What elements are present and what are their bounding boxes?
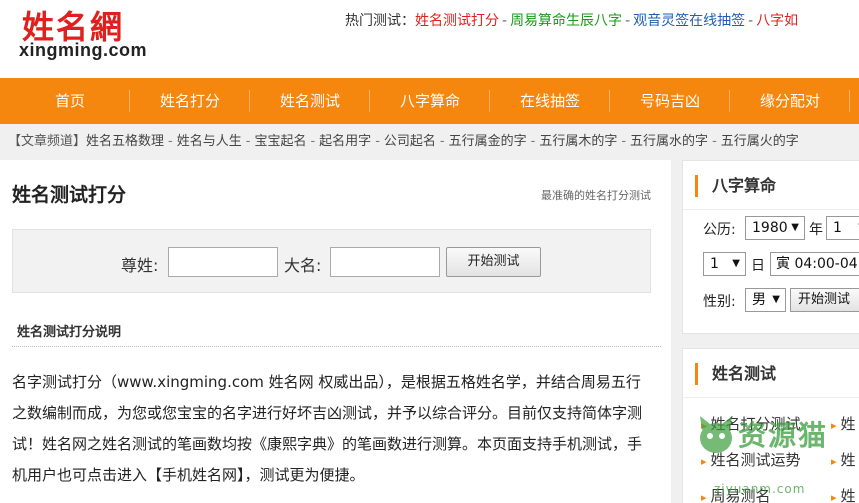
chevron-down-icon: ▼ (732, 258, 740, 269)
hour-select[interactable]: 寅 04:00-04:59 (770, 252, 859, 276)
channel-link[interactable]: 五行属水的字 (630, 134, 708, 149)
nav-bazi[interactable]: 八字算命 (382, 78, 478, 124)
hot-link-more[interactable]: 八字如 (756, 13, 798, 29)
widget-divider (683, 209, 859, 210)
month-select[interactable]: 1▼ (826, 216, 859, 240)
hot-tests-bar: 热门测试：姓名测试打分 - 周易算命生辰八字 - 观音灵签在线抽签 - 八字如 (345, 13, 799, 29)
hot-link-name-score[interactable]: 姓名测试打分 (415, 13, 499, 29)
nav-home[interactable]: 首页 (22, 78, 118, 124)
day-select[interactable]: 1 ▼ (703, 252, 746, 276)
channel-link[interactable]: 公司起名 (384, 134, 436, 149)
surname-input[interactable] (168, 247, 278, 277)
bazi-start-button[interactable]: 开始测试 (790, 288, 859, 312)
channel-link[interactable]: 五行属火的字 (721, 134, 799, 149)
article-channel-bar: 【文章频道】姓名五格数理 - 姓名与人生 - 宝宝起名 - 起名用字 - 公司起名 - 五行属金的字… (0, 124, 859, 160)
surname-label: 尊姓: (121, 256, 159, 275)
bazi-widget-title: 八字算命 (695, 175, 776, 197)
hot-link-bazi[interactable]: 周易算命生辰八字 (510, 13, 622, 29)
nav-divider (129, 90, 130, 112)
watermark-text: 资源猫 (738, 419, 829, 452)
bazi-widget: 八字算命 公历: 1980▼ 年 1▼ 1▼ 日 寅 04:00-04:59 性… (682, 160, 859, 334)
start-test-button[interactable]: 开始测试 (446, 247, 541, 277)
section-heading: 姓名测试打分说明 (17, 325, 122, 340)
description-text: 名字测试打分（www.xingming.com 姓名网 权威出品），是根据五格姓… (12, 373, 643, 484)
main-panel: 姓名测试打分 最准确的姓名打分测试 尊姓: 大名: 开始测试 姓名测试打分说明 … (0, 160, 671, 503)
year-unit-label: 年 (809, 222, 823, 238)
page-title: 姓名测试打分 (12, 184, 127, 206)
chevron-down-icon: ▼ (772, 294, 780, 305)
nav-divider (249, 90, 250, 112)
given-name-input[interactable] (330, 247, 440, 277)
channel-link[interactable]: 宝宝起名 (254, 134, 306, 149)
site-logo-domain[interactable]: xingming.com (19, 40, 147, 61)
chevron-down-icon: ▼ (791, 222, 799, 233)
channel-label[interactable]: 【文章频道】 (8, 134, 86, 149)
main-nav: 首页 姓名打分 姓名测试 八字算命 在线抽签 号码吉凶 缘分配对 (0, 78, 859, 124)
hot-tests-label: 热门测试： (345, 13, 415, 29)
channel-link[interactable]: 姓名五格数理 (86, 134, 164, 149)
day-unit-label: 日 (751, 258, 765, 274)
nav-divider (729, 90, 730, 112)
watermark-url: ziyuanm.com (714, 482, 806, 496)
channel-link[interactable]: 姓名与人生 (177, 134, 242, 149)
title-note: 最准确的姓名打分测试 (541, 189, 651, 202)
calendar-label: 公历: (703, 222, 736, 238)
nav-match[interactable]: 缘分配对 (742, 78, 838, 124)
nav-divider (609, 90, 610, 112)
hot-link-guanyin[interactable]: 观音灵签在线抽签 (633, 13, 745, 29)
widget-divider (683, 397, 859, 398)
year-select[interactable]: 1980 ▼ (745, 216, 805, 240)
nav-number-luck[interactable]: 号码吉凶 (622, 78, 718, 124)
cat-logo-icon (700, 416, 732, 453)
channel-link[interactable]: 五行属木的字 (539, 134, 617, 149)
nav-name-test[interactable]: 姓名测试 (262, 78, 358, 124)
nav-divider (849, 90, 850, 112)
watermark: 资源猫 ziyuanm.com (696, 412, 856, 502)
channel-link[interactable]: 起名用字 (319, 134, 371, 149)
nav-divider (369, 90, 370, 112)
nav-draw-lots[interactable]: 在线抽签 (502, 78, 598, 124)
gender-select[interactable]: 男 ▼ (745, 288, 786, 312)
gender-label: 性别: (703, 294, 736, 310)
name-test-form: 尊姓: 大名: 开始测试 (12, 229, 651, 293)
given-name-label: 大名: (284, 256, 322, 275)
section-divider (12, 346, 661, 347)
name-test-widget-title: 姓名测试 (695, 363, 776, 385)
nav-name-score[interactable]: 姓名打分 (142, 78, 238, 124)
channel-link[interactable]: 五行属金的字 (449, 134, 527, 149)
site-header: 姓名網 xingming.com 热门测试：姓名测试打分 - 周易算命生辰八字 - 观音… (0, 0, 859, 78)
nav-divider (489, 90, 490, 112)
